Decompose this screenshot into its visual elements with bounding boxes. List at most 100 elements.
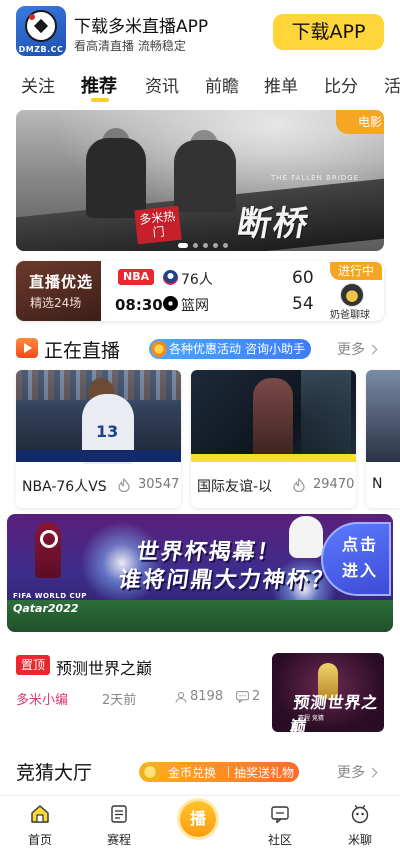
- tab-scores[interactable]: 比分: [324, 72, 358, 97]
- nav-chat-label: 米聊: [347, 833, 372, 847]
- banner-category-tag: 电影: [336, 110, 384, 134]
- world-cup-emblem-icon: [35, 522, 61, 578]
- curated-picks[interactable]: 直播优选 精选24场: [16, 261, 101, 321]
- active-tab-indicator: [91, 98, 109, 102]
- cup-name: FIFA WORLD CUP: [13, 592, 87, 600]
- live-card-title: NBA-76人VS: [22, 479, 107, 495]
- tab-recommend[interactable]: 推荐: [81, 72, 117, 98]
- curated-picks-count: 精选24场: [30, 296, 82, 310]
- comment-icon: [236, 691, 249, 703]
- carousel-dot[interactable]: [203, 243, 208, 248]
- world-cup-banner[interactable]: FIFA WORLD CUP Qatar2022 世界杯揭幕！ 谁将问鼎大力神杯…: [7, 514, 393, 632]
- promo-assistant[interactable]: 咨询小助手: [245, 339, 305, 359]
- community-icon: [271, 806, 289, 824]
- live-tv-icon: [16, 338, 38, 358]
- category-tabs: 关注 推荐 资讯 前瞻 推单 比分 活: [0, 64, 400, 104]
- carousel-dot[interactable]: [193, 243, 198, 248]
- schedule-icon: [111, 805, 127, 823]
- live-card-title: 国际友谊-以: [197, 479, 273, 495]
- promo-pill[interactable]: 各种优惠活动 咨询小助手: [149, 339, 311, 359]
- live-more-link[interactable]: 更多: [337, 339, 376, 359]
- cup-year: Qatar2022: [13, 602, 79, 615]
- banner-figure: [174, 140, 236, 212]
- hero-banner[interactable]: THE FALLEN BRIDGE 断桥 多米热门 电影: [16, 110, 384, 251]
- article-title[interactable]: 预测世界之巅: [56, 655, 152, 679]
- nav-schedule[interactable]: 赛程: [89, 796, 149, 851]
- heat-flame-icon: [293, 478, 305, 492]
- league-badge: NBA: [118, 269, 155, 285]
- banner-subheadline: 谁将问鼎大力神杯？: [116, 568, 337, 593]
- featured-match-card[interactable]: 直播优选 精选24场 NBA 08:30 76人 篮网 60 54 进行中 奶爸…: [16, 261, 384, 321]
- nav-home[interactable]: 首页: [10, 796, 70, 851]
- gift-icon: [151, 341, 167, 357]
- logo-text: DMZB.CC: [18, 45, 64, 54]
- download-subtitle: 看高清直播 流畅稳定: [74, 39, 186, 53]
- nav-community-label: 社区: [267, 833, 292, 847]
- banner-title: 断桥: [233, 204, 313, 244]
- live-card-heat: 30547: [138, 477, 180, 492]
- team-logo-icon: [163, 270, 178, 285]
- download-bar: DMZB.CC 下载多米直播APP 看高清直播 流畅稳定 下载APP: [0, 0, 400, 64]
- lottery-link[interactable]: 抽奖送礼物: [234, 764, 294, 781]
- tab-follow[interactable]: 关注: [21, 72, 55, 97]
- carousel-dots[interactable]: [178, 233, 233, 248]
- team-logo-icon: [163, 296, 178, 311]
- nav-community[interactable]: 社区: [250, 796, 310, 851]
- curated-picks-title: 直播优选: [29, 273, 94, 291]
- live-card[interactable]: 国际友谊-以 29470: [191, 370, 356, 508]
- carousel-dot[interactable]: [223, 243, 228, 248]
- banner-figure: [86, 138, 146, 218]
- home-score: 60: [292, 268, 314, 288]
- away-team: 篮网: [181, 298, 209, 314]
- bottom-navigation: 首页 赛程 播 社区 米聊: [0, 795, 400, 851]
- tab-preview[interactable]: 前瞻: [205, 72, 239, 97]
- match-time: 08:30: [115, 296, 163, 314]
- live-thumbnail: [191, 370, 356, 462]
- article-author[interactable]: 多米小编: [16, 689, 68, 708]
- nav-schedule-label: 赛程: [106, 833, 131, 847]
- live-card[interactable]: N: [366, 370, 400, 508]
- live-thumbnail: 13: [16, 370, 181, 464]
- away-score: 54: [292, 294, 314, 314]
- coin-icon: [140, 762, 160, 782]
- views-icon: [175, 691, 187, 703]
- live-status-badge: 进行中: [330, 262, 382, 280]
- live-card-title: N: [372, 476, 383, 492]
- chat-icon: [351, 805, 369, 824]
- anchor-avatar[interactable]: [340, 283, 364, 307]
- coin-exchange-link[interactable]: 金币兑换: [168, 764, 216, 781]
- live-card[interactable]: 13 NBA-76人VS 30547: [16, 370, 181, 508]
- live-section-title: 正在直播: [44, 340, 121, 362]
- thumbnail-title: 预测世界之巅: [288, 693, 380, 732]
- contest-more-link[interactable]: 更多: [337, 762, 376, 782]
- pinned-badge: 置顶: [16, 655, 50, 675]
- banner-english-title: THE FALLEN BRIDGE: [271, 174, 360, 182]
- contest-section-title: 竞猜大厅: [16, 762, 93, 784]
- tab-activity[interactable]: 活: [384, 72, 400, 97]
- home-icon: [31, 805, 49, 823]
- article-time: 2天前: [102, 693, 137, 708]
- jersey-number: 13: [96, 422, 119, 441]
- mascot-icon: [289, 516, 323, 558]
- carousel-dot[interactable]: [178, 243, 188, 248]
- article-comments: 2: [252, 689, 261, 704]
- football-icon: [25, 10, 57, 42]
- carousel-dot[interactable]: [213, 243, 218, 248]
- live-card-heat: 29470: [313, 477, 355, 492]
- article-views: 8198: [190, 689, 224, 704]
- tab-news[interactable]: 资讯: [145, 72, 179, 97]
- heat-flame-icon: [118, 478, 130, 492]
- enter-button-label[interactable]: 点击进入: [337, 532, 383, 584]
- live-center-button[interactable]: 播: [180, 801, 216, 837]
- nav-home-label: 首页: [27, 833, 52, 847]
- tab-tips[interactable]: 推单: [264, 72, 298, 97]
- home-team: 76人: [181, 272, 213, 288]
- app-logo: DMZB.CC: [16, 6, 66, 56]
- article-thumbnail[interactable]: 预测世界之巅 赛程 竞猜: [272, 653, 384, 732]
- promo-activities[interactable]: 各种优惠活动: [169, 339, 241, 359]
- anchor-name: 奶爸聊球: [330, 310, 370, 321]
- thumbnail-subtitle: 赛程 竞猜: [298, 715, 324, 722]
- banner-stamp: 多米热门: [134, 205, 182, 245]
- nav-chat[interactable]: 米聊: [330, 796, 390, 851]
- download-app-button[interactable]: 下载APP: [273, 14, 384, 50]
